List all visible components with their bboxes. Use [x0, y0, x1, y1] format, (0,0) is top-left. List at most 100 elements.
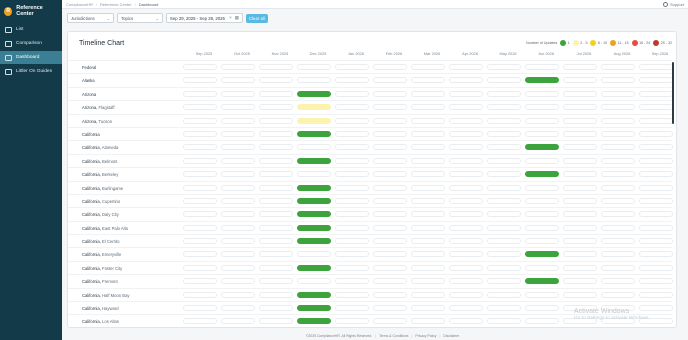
empty-cell: [639, 64, 673, 70]
empty-cell: [601, 197, 635, 204]
jurisdiction-label[interactable]: Arizona, Tucson: [82, 119, 112, 124]
update-bar[interactable]: [525, 144, 559, 151]
update-bar[interactable]: [297, 211, 331, 218]
calendar-icon[interactable]: ▦: [235, 15, 239, 21]
brand[interactable]: R Reference Center: [0, 0, 62, 22]
timeline-cells: [181, 264, 675, 271]
empty-cell: [487, 291, 521, 298]
jurisdiction-label[interactable]: Arizona: [82, 92, 96, 97]
update-bar[interactable]: [525, 171, 559, 178]
empty-cell: [487, 90, 521, 97]
clear-date-icon[interactable]: ×: [229, 15, 232, 21]
topics-select[interactable]: Topics ⌄: [117, 13, 163, 23]
empty-cell: [563, 157, 597, 164]
update-bar[interactable]: [297, 90, 331, 97]
footer-privacy-link[interactable]: Privacy Policy: [415, 334, 436, 338]
empty-cell: [411, 278, 445, 285]
empty-cell: [183, 278, 217, 285]
empty-cell: [335, 104, 369, 111]
jurisdiction-label[interactable]: California, Fremont: [82, 279, 118, 284]
empty-cell: [335, 144, 369, 151]
empty-cell: [335, 64, 369, 70]
update-bar[interactable]: [297, 264, 331, 271]
jurisdiction-label[interactable]: California, Los Altos: [82, 319, 119, 324]
update-bar[interactable]: [297, 318, 331, 325]
empty-cell: [411, 238, 445, 245]
jurisdiction-label[interactable]: California, Belmont: [82, 159, 117, 164]
empty-cell: [449, 264, 483, 271]
empty-cell: [335, 77, 369, 84]
timeline-row: California, Foster City: [68, 260, 675, 274]
month-label: Apr 2026: [462, 51, 478, 56]
guides-icon: [5, 68, 12, 75]
empty-cell: [183, 291, 217, 298]
jurisdiction-label[interactable]: Alaska: [82, 78, 95, 83]
sidebar-item-dashboard[interactable]: Dashboard: [0, 51, 62, 64]
update-bar[interactable]: [297, 157, 331, 164]
jurisdiction-label[interactable]: California, Cupertino: [82, 199, 120, 204]
empty-cell: [259, 264, 293, 271]
jurisdiction-subname: El Cerrito: [102, 239, 120, 245]
breadcrumb-reference-center[interactable]: Reference Center: [100, 2, 132, 7]
jurisdictions-select[interactable]: Jurisdictions ⌄: [67, 13, 114, 23]
update-bar[interactable]: [525, 278, 559, 285]
jurisdiction-label[interactable]: Arizona, Flagstaff: [82, 105, 115, 110]
legend-label: 2 - 5: [580, 41, 588, 45]
jurisdiction-label[interactable]: California, Burlingame: [82, 186, 123, 191]
jurisdiction-label[interactable]: California: [82, 132, 100, 137]
chevron-down-icon: ⌄: [155, 15, 159, 21]
jurisdiction-subname: East Palo Alto: [102, 225, 129, 231]
jurisdiction-label[interactable]: California, Alameda: [82, 145, 118, 150]
timeline-chart-card: Timeline Chart Number of Updates 1 2 - 5 6…: [67, 31, 677, 328]
sidebar-item-comparison[interactable]: Comparison: [0, 37, 62, 50]
jurisdiction-subname: Los Altos: [102, 319, 120, 325]
breadcrumb-home[interactable]: ComplianceHR: [66, 2, 93, 7]
footer-disclaimer-link[interactable]: Disclaimer: [443, 334, 459, 338]
empty-cell: [601, 184, 635, 191]
empty-cell: [411, 211, 445, 218]
empty-cell: [525, 130, 559, 137]
update-bar[interactable]: [297, 238, 331, 245]
jurisdiction-subname: Belmont: [102, 158, 118, 164]
update-bar[interactable]: [297, 305, 331, 312]
jurisdiction-label[interactable]: California, Foster City: [82, 266, 122, 271]
empty-cell: [183, 157, 217, 164]
support-link[interactable]: Support: [662, 0, 684, 9]
update-bar[interactable]: [297, 130, 331, 137]
update-bar[interactable]: [525, 251, 559, 258]
empty-cell: [259, 130, 293, 137]
clear-all-button[interactable]: Clear all: [246, 13, 268, 23]
empty-cell: [335, 130, 369, 137]
update-bar[interactable]: [297, 291, 331, 298]
jurisdiction-label[interactable]: California, Berkeley: [82, 172, 118, 177]
empty-cell: [335, 157, 369, 164]
update-bar[interactable]: [297, 224, 331, 231]
sidebar-item-list[interactable]: List: [0, 23, 62, 36]
update-bar[interactable]: [297, 184, 331, 191]
jurisdiction-label[interactable]: California, El Cerrito: [82, 239, 119, 244]
footer-terms-link[interactable]: Terms & Conditions: [379, 334, 408, 338]
jurisdiction-label[interactable]: California, Emeryville: [82, 252, 121, 257]
update-bar[interactable]: [297, 117, 331, 124]
update-bar[interactable]: [297, 104, 331, 111]
date-range-picker[interactable]: Sep 29, 2025 - Sep 28, 2026 × ▦: [166, 13, 243, 23]
jurisdiction-label[interactable]: Federal: [82, 65, 96, 70]
empty-cell: [411, 224, 445, 231]
jurisdiction-subname: Daly City: [102, 212, 119, 218]
jurisdiction-name: California,: [82, 185, 101, 191]
jurisdiction-label[interactable]: California, Half Moon Bay: [82, 293, 130, 298]
empty-cell: [411, 77, 445, 84]
update-bar[interactable]: [297, 197, 331, 204]
empty-cell: [411, 144, 445, 151]
sidebar-item-littler-on-guides[interactable]: Littler On Guides: [0, 65, 62, 78]
jurisdiction-label[interactable]: California, Daly City: [82, 212, 119, 217]
jurisdiction-label[interactable]: California, East Palo Alto: [82, 226, 128, 231]
update-bar[interactable]: [525, 77, 559, 84]
jurisdiction-name: California,: [82, 319, 101, 325]
jurisdiction-label[interactable]: California, Hayward: [82, 306, 119, 311]
legend-item: 16 - 24: [631, 40, 650, 46]
vertical-scrollbar[interactable]: [672, 62, 674, 124]
jurisdiction-name: California,: [82, 158, 101, 164]
empty-cell: [411, 251, 445, 258]
empty-cell: [487, 211, 521, 218]
